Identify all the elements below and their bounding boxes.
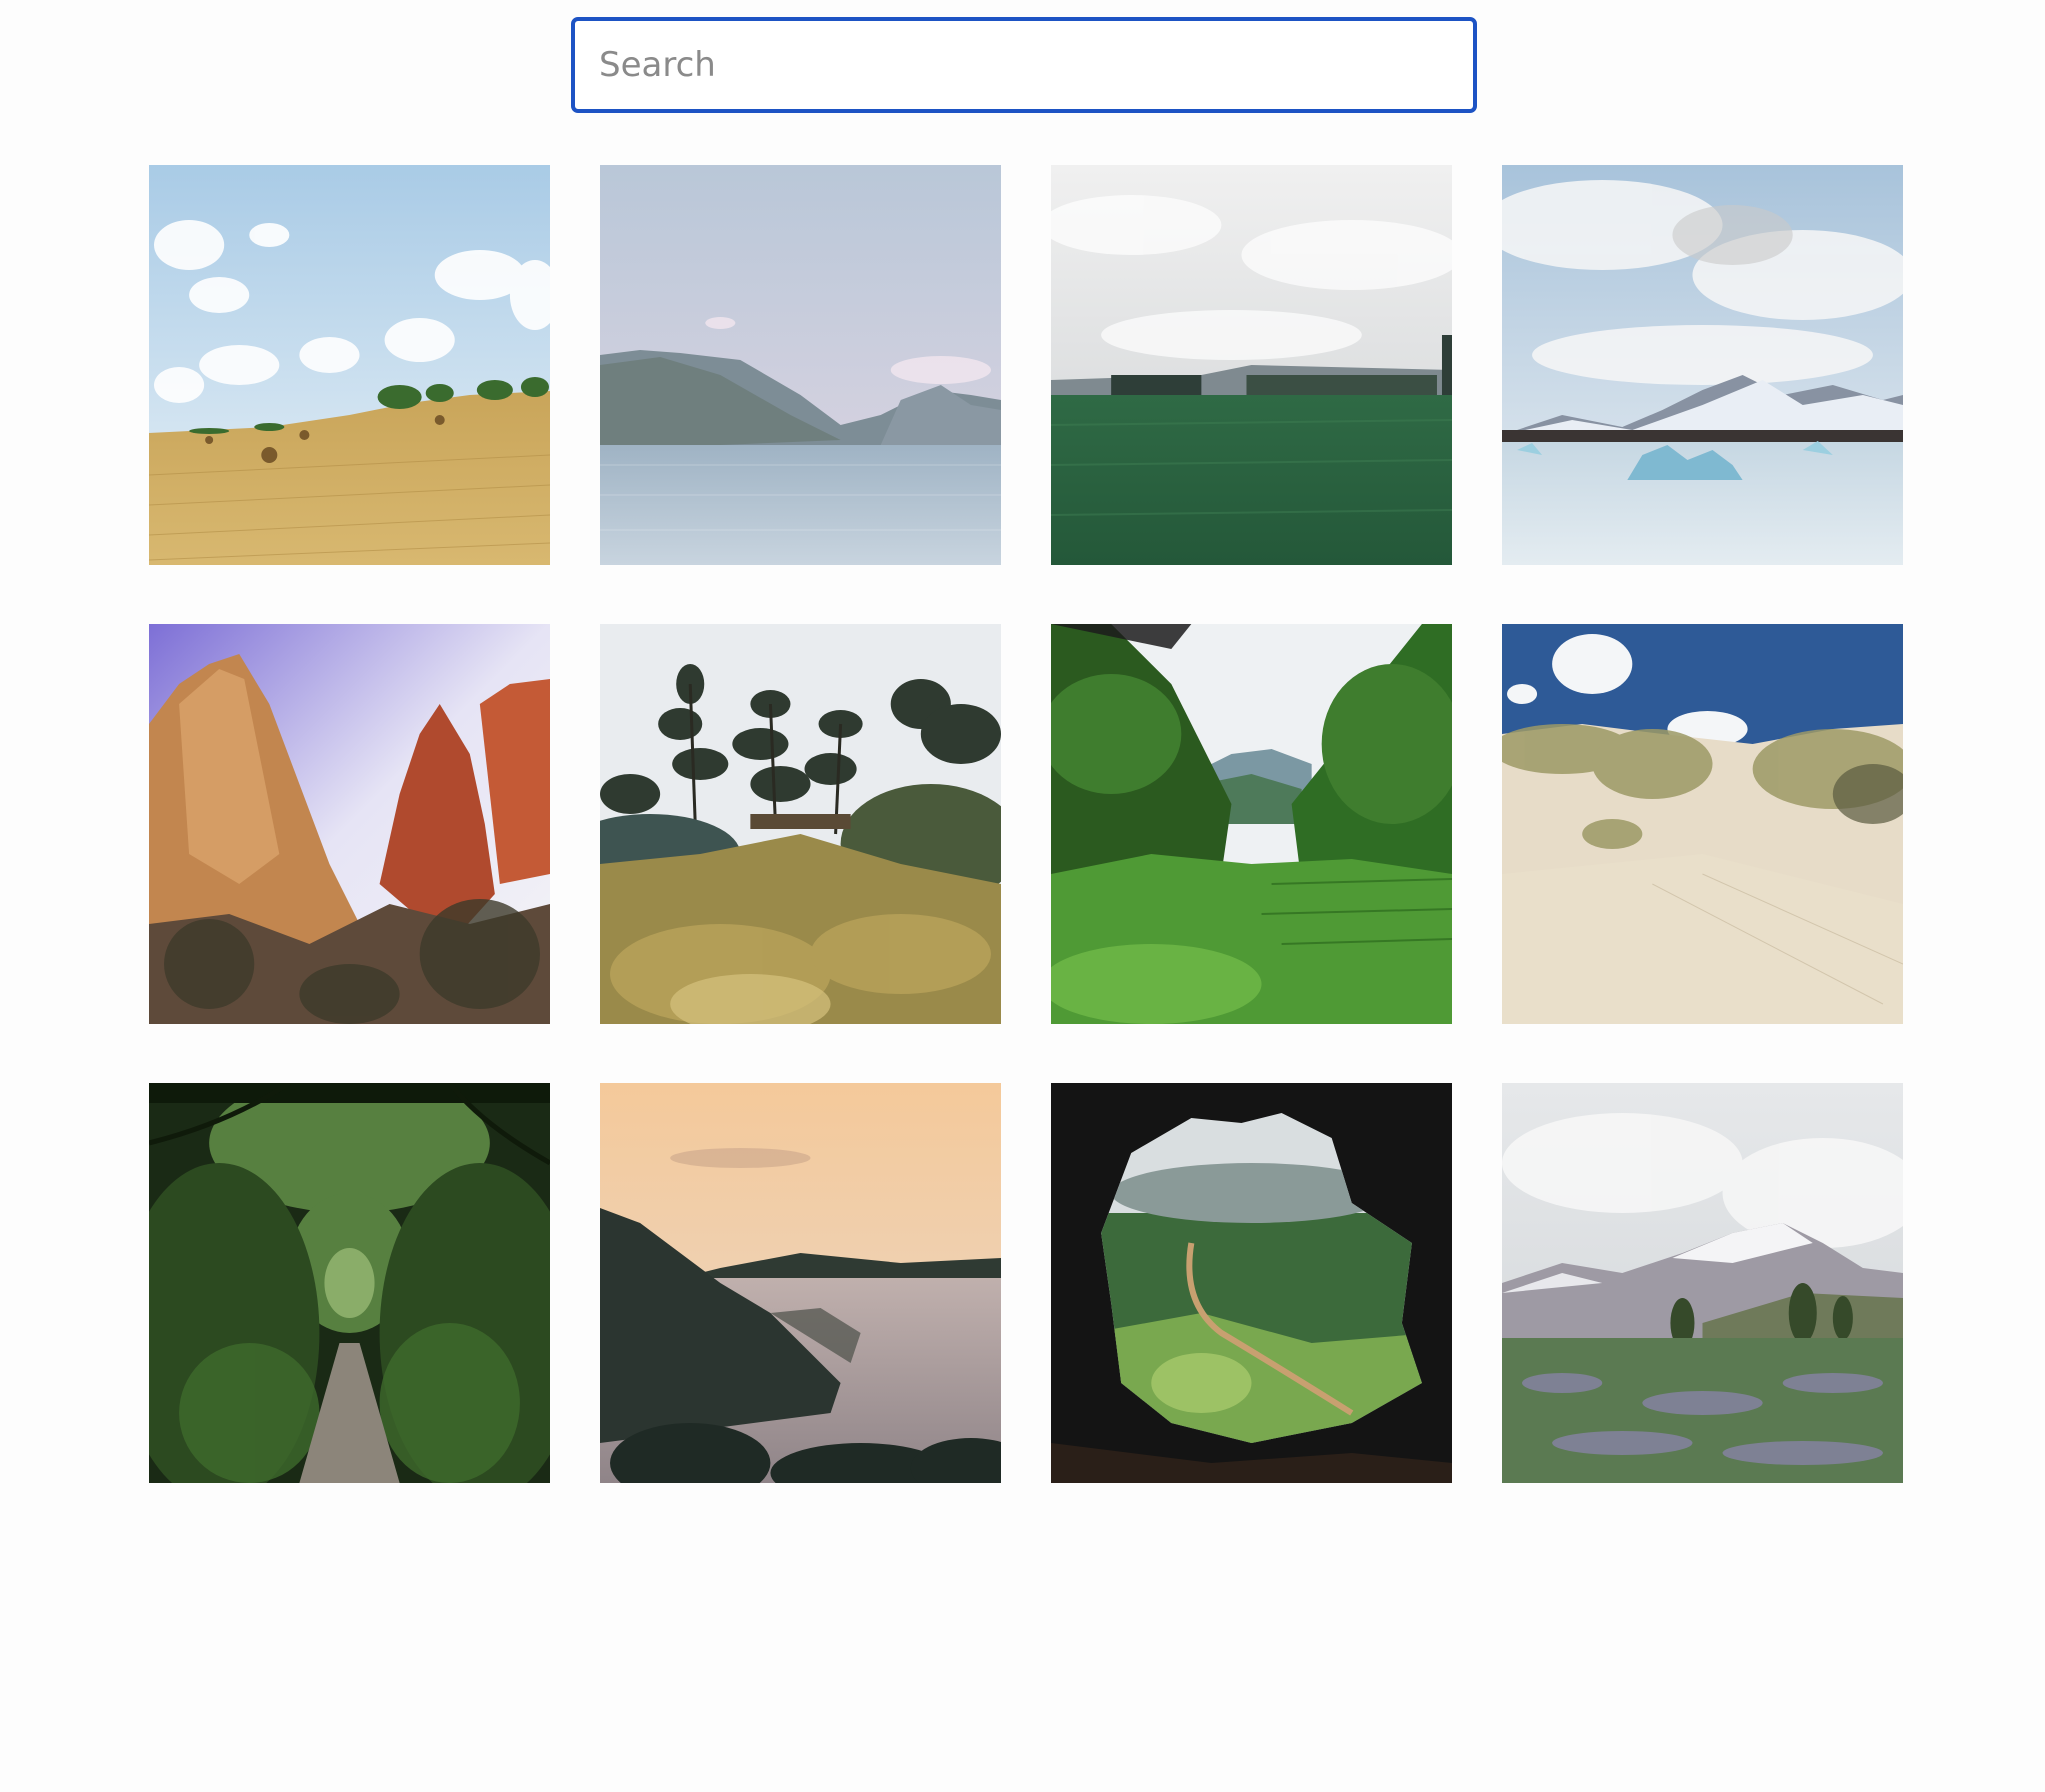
gallery-image-graphic	[1051, 165, 1452, 565]
search-bar	[571, 17, 1477, 113]
gallery-image[interactable]	[600, 624, 1001, 1024]
gallery-image[interactable]	[149, 624, 550, 1024]
gallery-image-graphic	[1502, 1083, 1903, 1483]
gallery-image-graphic	[1502, 165, 1903, 565]
gallery-image[interactable]	[1051, 1083, 1452, 1483]
gallery-image-graphic	[600, 624, 1001, 1024]
search-input[interactable]	[571, 17, 1477, 113]
gallery-image-graphic	[1051, 624, 1452, 1024]
gallery-image[interactable]	[1051, 624, 1452, 1024]
gallery-image[interactable]	[1051, 165, 1452, 565]
gallery-image[interactable]	[149, 165, 550, 565]
gallery-image-graphic	[149, 624, 550, 1024]
gallery-image[interactable]	[600, 1083, 1001, 1483]
gallery-image-graphic	[149, 165, 550, 565]
gallery-image[interactable]	[149, 1083, 550, 1483]
gallery-image[interactable]	[1502, 624, 1903, 1024]
image-gallery	[149, 165, 1903, 1483]
gallery-image-graphic	[149, 1083, 550, 1483]
gallery-image-graphic	[1502, 624, 1903, 1024]
gallery-image-graphic	[600, 1083, 1001, 1483]
gallery-image[interactable]	[1502, 1083, 1903, 1483]
gallery-image[interactable]	[1502, 165, 1903, 565]
gallery-image-graphic	[600, 165, 1001, 565]
gallery-image-graphic	[1051, 1083, 1452, 1483]
gallery-image[interactable]	[600, 165, 1001, 565]
